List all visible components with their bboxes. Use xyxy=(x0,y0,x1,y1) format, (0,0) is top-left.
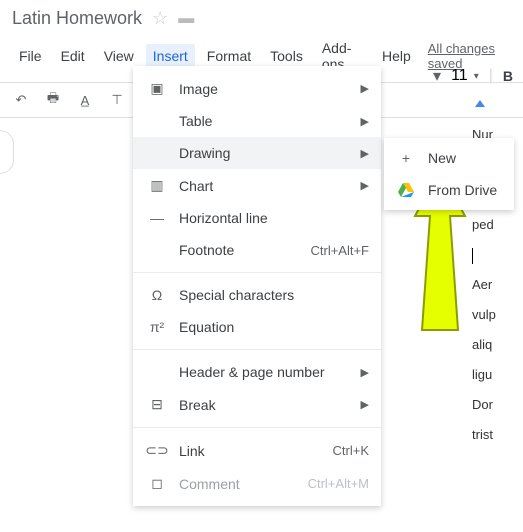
text-line: aliq xyxy=(472,330,496,360)
menu-image[interactable]: ▣ Image ▶ xyxy=(133,72,381,105)
submenu-from-drive[interactable]: From Drive xyxy=(384,174,514,206)
submenu-arrow-icon: ▶ xyxy=(361,147,369,160)
text-line: ligu xyxy=(472,360,496,390)
menu-file[interactable]: File xyxy=(12,44,49,68)
menu-horizontal-line[interactable]: — Horizontal line xyxy=(133,202,381,234)
menu-footnote[interactable]: Footnote Ctrl+Alt+F xyxy=(133,234,381,266)
menu-divider xyxy=(133,272,381,273)
footnote-shortcut: Ctrl+Alt+F xyxy=(310,243,369,258)
text-line xyxy=(472,240,496,270)
document-title[interactable]: Latin Homework xyxy=(12,8,142,29)
menu-divider xyxy=(133,349,381,350)
horizontal-line-icon: — xyxy=(145,210,169,226)
menu-drawing-label: Drawing xyxy=(169,145,361,161)
menu-special-label: Special characters xyxy=(169,287,369,303)
image-icon: ▣ xyxy=(145,80,169,97)
menu-insert[interactable]: Insert xyxy=(146,44,195,68)
menu-view[interactable]: View xyxy=(97,44,141,68)
submenu-new-label: New xyxy=(418,150,504,166)
menu-footnote-label: Footnote xyxy=(169,242,310,258)
dropdown-icon[interactable]: ▾ xyxy=(433,66,441,86)
menu-divider xyxy=(133,427,381,428)
submenu-arrow-icon: ▶ xyxy=(361,115,369,128)
insert-menu-dropdown: ▣ Image ▶ Table ▶ Drawing ▶ ▥ Chart ▶ — … xyxy=(133,66,381,506)
menu-help[interactable]: Help xyxy=(375,44,418,68)
submenu-drive-label: From Drive xyxy=(418,182,504,198)
drawing-submenu: + New From Drive xyxy=(384,138,514,210)
menu-image-label: Image xyxy=(169,81,361,97)
menu-chart-label: Chart xyxy=(169,178,361,194)
undo-icon[interactable]: ↶ xyxy=(12,91,30,109)
menu-link-label: Link xyxy=(169,443,333,459)
submenu-arrow-icon: ▶ xyxy=(361,398,369,411)
text-cursor xyxy=(472,248,473,264)
link-icon: ⊂⊃ xyxy=(145,442,169,459)
comment-icon: ◻ xyxy=(145,475,169,492)
menu-header-label: Header & page number xyxy=(169,364,361,380)
font-size-dropdown-icon[interactable]: ▾ xyxy=(474,71,479,82)
menu-edit[interactable]: Edit xyxy=(54,44,92,68)
ruler-indent-marker[interactable] xyxy=(475,100,485,107)
menu-header-page[interactable]: Header & page number ▶ xyxy=(133,356,381,388)
menu-chart[interactable]: ▥ Chart ▶ xyxy=(133,169,381,202)
menu-format[interactable]: Format xyxy=(200,44,258,68)
bold-button[interactable]: B xyxy=(503,68,513,84)
menu-equation[interactable]: π² Equation xyxy=(133,311,381,343)
comment-shortcut: Ctrl+Alt+M xyxy=(308,476,369,491)
menu-special-chars[interactable]: Ω Special characters xyxy=(133,279,381,311)
menu-comment: ◻ Comment Ctrl+Alt+M xyxy=(133,467,381,500)
text-line: Aer xyxy=(472,270,496,300)
menu-break[interactable]: ⊟ Break ▶ xyxy=(133,388,381,421)
explore-tab[interactable] xyxy=(0,130,14,174)
submenu-arrow-icon: ▶ xyxy=(361,179,369,192)
folder-icon[interactable]: ▬ xyxy=(178,10,194,28)
link-shortcut: Ctrl+K xyxy=(333,443,369,458)
print-icon[interactable]: 🖶 xyxy=(44,91,62,109)
text-line: ped xyxy=(472,210,496,240)
menu-hline-label: Horizontal line xyxy=(169,210,369,226)
plus-icon: + xyxy=(394,150,418,166)
spellcheck-icon[interactable]: A̲ xyxy=(76,91,94,109)
menu-table-label: Table xyxy=(169,113,361,129)
star-icon[interactable]: ☆ xyxy=(152,8,168,29)
menu-tools[interactable]: Tools xyxy=(263,44,310,68)
font-size[interactable]: 11 xyxy=(451,67,468,85)
submenu-new[interactable]: + New xyxy=(384,142,514,174)
menu-break-label: Break xyxy=(169,397,361,413)
text-line: vulp xyxy=(472,300,496,330)
paint-format-icon[interactable]: ⊤ xyxy=(108,91,126,109)
menu-drawing[interactable]: Drawing ▶ xyxy=(133,137,381,169)
break-icon: ⊟ xyxy=(145,396,169,413)
equation-icon: π² xyxy=(145,319,169,335)
submenu-arrow-icon: ▶ xyxy=(361,366,369,379)
omega-icon: Ω xyxy=(145,287,169,303)
menu-table[interactable]: Table ▶ xyxy=(133,105,381,137)
menu-link[interactable]: ⊂⊃ Link Ctrl+K xyxy=(133,434,381,467)
menu-comment-label: Comment xyxy=(169,476,308,492)
chart-icon: ▥ xyxy=(145,177,169,194)
menu-equation-label: Equation xyxy=(169,319,369,335)
submenu-arrow-icon: ▶ xyxy=(361,82,369,95)
text-line: trist xyxy=(472,420,496,450)
text-line: Dor xyxy=(472,390,496,420)
drive-icon xyxy=(394,183,418,197)
